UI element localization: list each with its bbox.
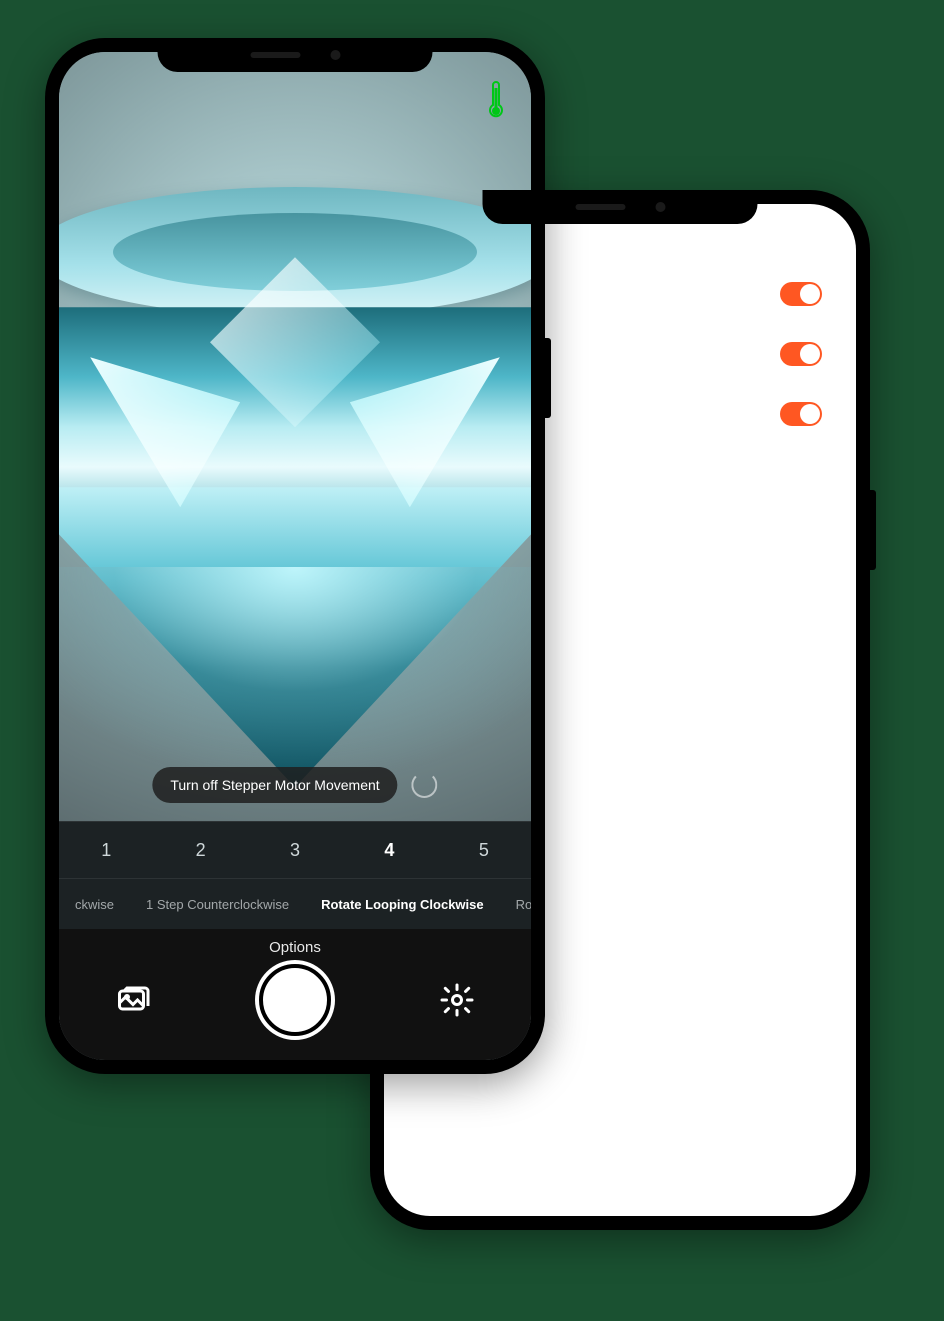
shutter-button[interactable] [259,964,331,1036]
speed-option-5[interactable]: 5 [437,822,531,878]
toggle-switch[interactable] [780,282,822,306]
toggle-switch[interactable] [780,402,822,426]
speed-option-3[interactable]: 3 [248,822,342,878]
gear-icon [439,982,475,1018]
camera-screen: Turn off Stepper Motor Movement 12345 ck… [59,52,531,1060]
mode-option[interactable]: ckwise [59,897,130,912]
mode-option[interactable]: Rotate Looping Clockwise [305,897,500,912]
toast-pill[interactable]: Turn off Stepper Motor Movement [152,767,397,803]
speed-option-4[interactable]: 4 [342,822,436,878]
thermometer-icon [487,78,505,122]
settings-button[interactable] [435,978,479,1022]
mode-option[interactable]: 1 Step Counterclockwise [130,897,305,912]
notch [158,38,433,72]
toast-row: Turn off Stepper Motor Movement [152,767,437,803]
mode-carousel[interactable]: ckwise1 Step CounterclockwiseRotate Loop… [59,879,531,929]
bottom-bar: Options [59,929,531,1060]
gallery-icon [115,982,151,1018]
camera-viewport[interactable]: Turn off Stepper Motor Movement [59,52,531,821]
speed-selector[interactable]: 12345 [59,821,531,879]
toggle-switch[interactable] [780,342,822,366]
loading-spinner-icon [412,772,438,798]
notch [483,190,758,224]
mode-option[interactable]: Rotate [500,897,531,912]
gallery-button[interactable] [111,978,155,1022]
options-label: Options [59,939,531,956]
speed-option-1[interactable]: 1 [59,822,153,878]
phone-camera: Turn off Stepper Motor Movement 12345 ck… [45,38,545,1074]
speed-option-2[interactable]: 2 [153,822,247,878]
diamond-illustration [59,187,531,747]
